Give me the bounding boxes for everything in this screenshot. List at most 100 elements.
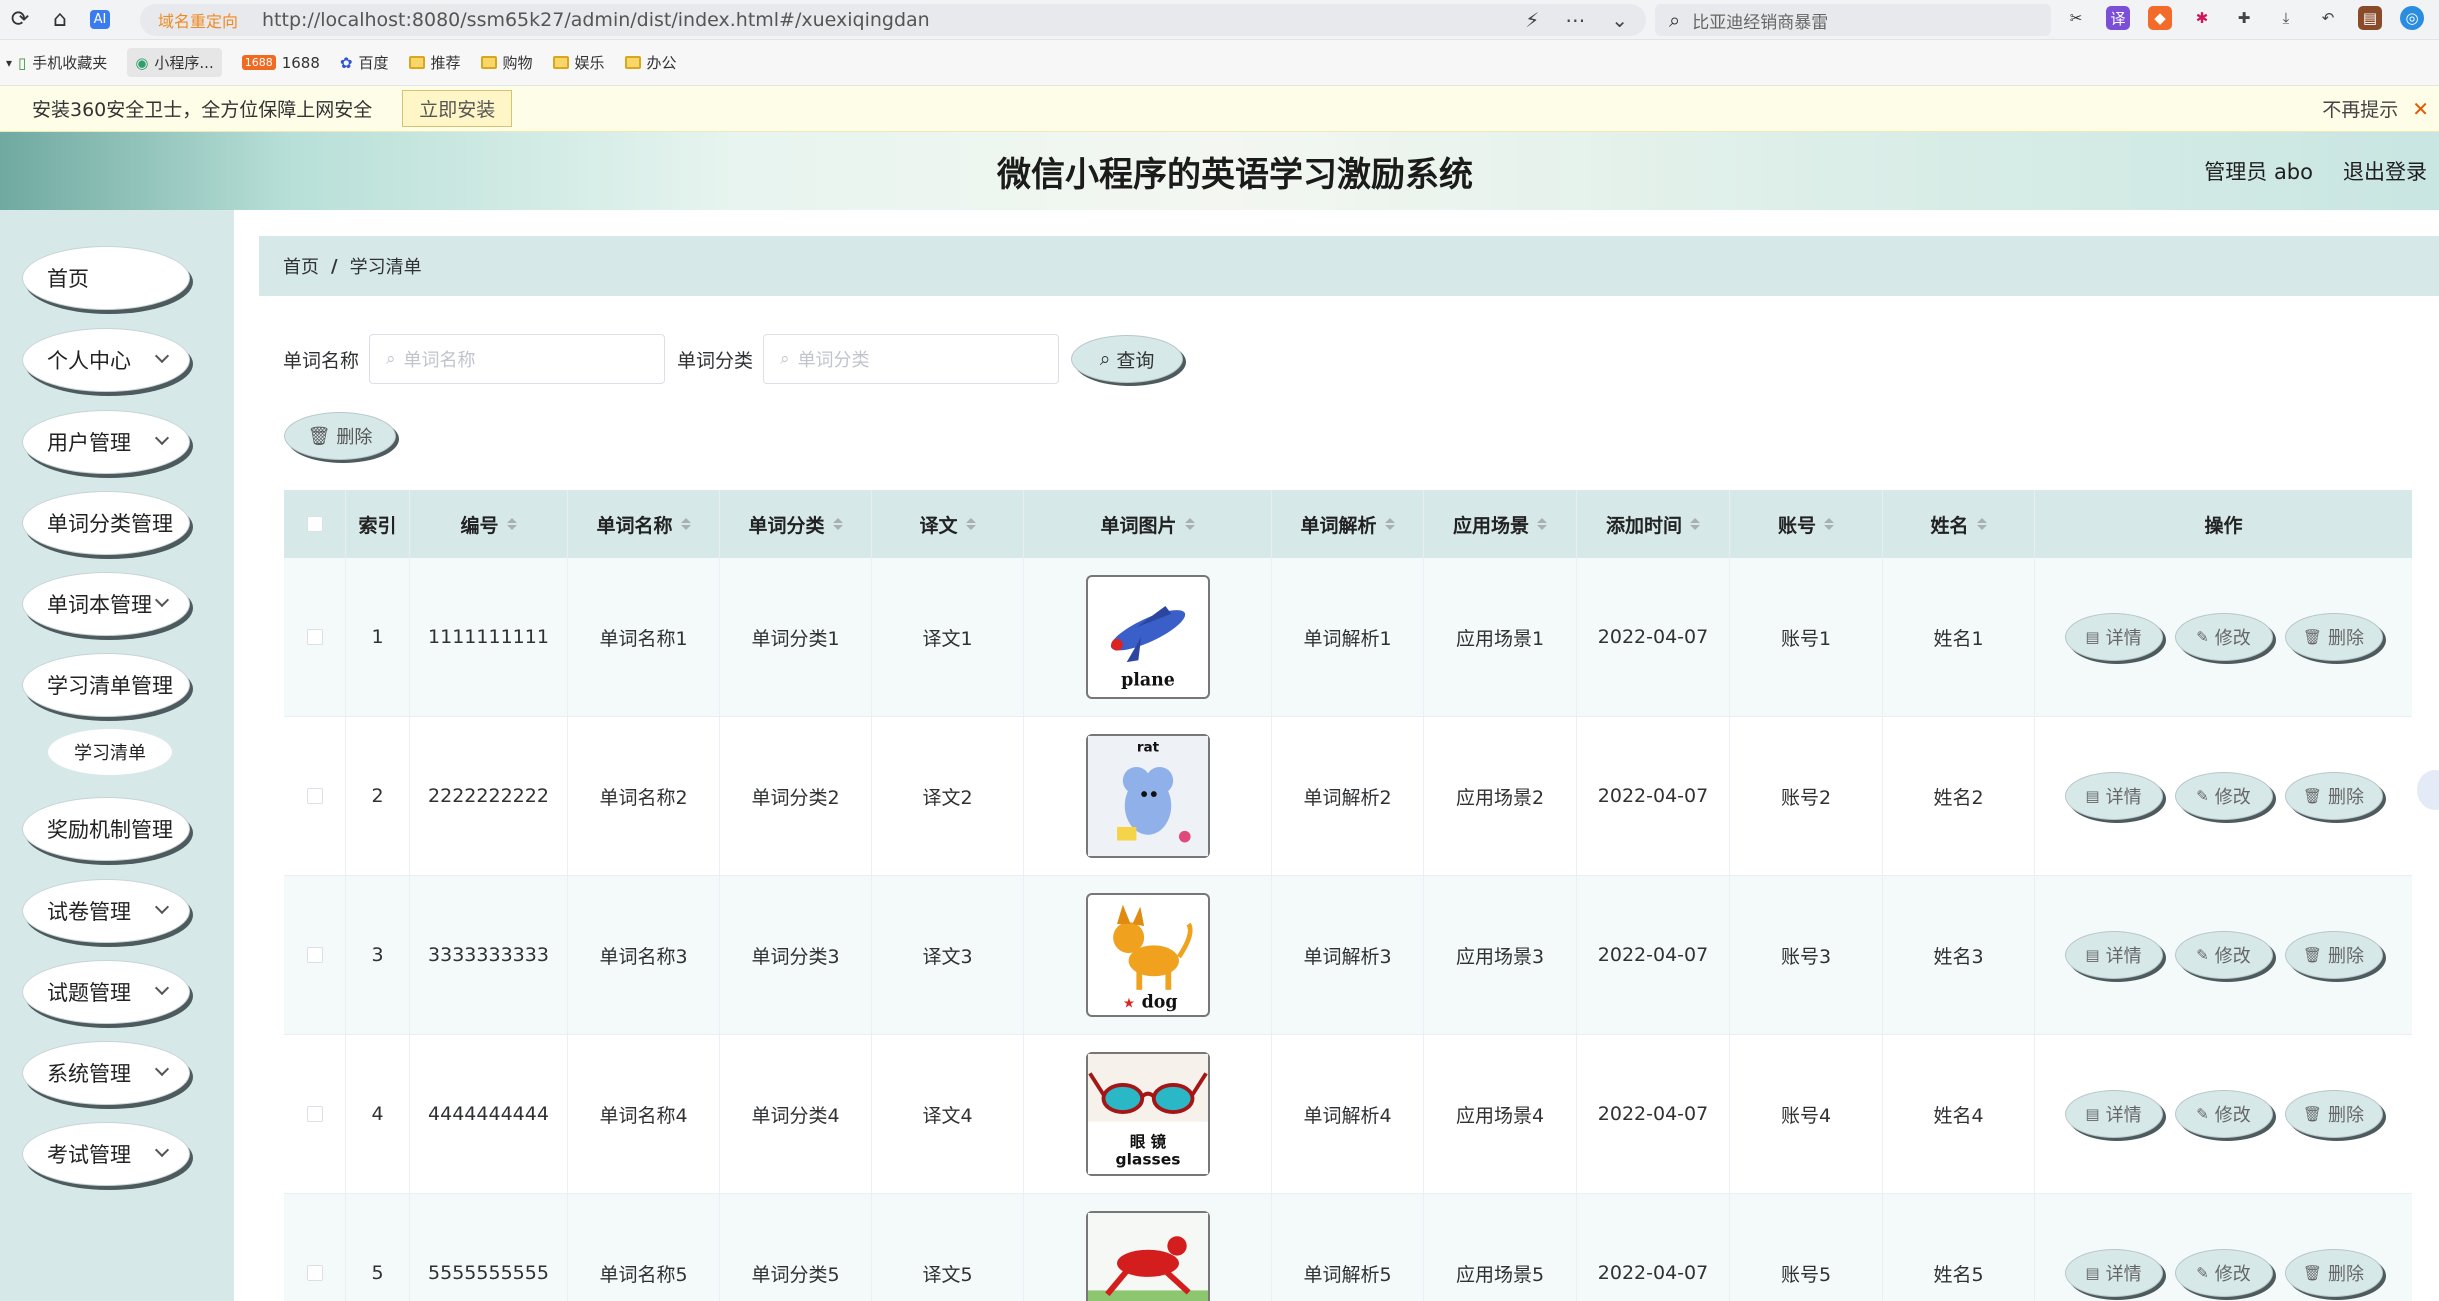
detail-button[interactable]: ▤ 详情	[2064, 613, 2163, 661]
sidebar-item-system[interactable]: 系统管理	[22, 1041, 190, 1105]
profile-icon[interactable]: ◎	[2400, 6, 2424, 30]
detail-button[interactable]: ▤ 详情	[2064, 931, 2163, 979]
word-image[interactable]: dog ★	[1085, 893, 1210, 1017]
cell-account: 账号1	[1730, 558, 1883, 716]
bookmark-folder[interactable]: 办公	[624, 52, 677, 73]
cell-analysis: 单词解析4	[1272, 1035, 1424, 1193]
chevron-down-icon[interactable]: ⌄	[1611, 8, 1628, 32]
ai-icon[interactable]: AI	[80, 0, 120, 40]
word-image[interactable]: rat	[1085, 734, 1210, 858]
sidebar-item-exam[interactable]: 考试管理	[22, 1122, 190, 1186]
bookmark-item[interactable]: ✿ 百度	[340, 52, 389, 73]
row-checkbox[interactable]	[284, 1035, 346, 1193]
query-button[interactable]: ⌕ 查询	[1071, 335, 1184, 383]
edit-button[interactable]: ✎ 修改	[2174, 1249, 2273, 1297]
cell-word-image	[1024, 1194, 1272, 1301]
col-word-image[interactable]: 单词图片	[1024, 490, 1272, 558]
sidebar-item-personal-center[interactable]: 个人中心	[22, 328, 190, 392]
bookmark-folder[interactable]: 娱乐	[552, 52, 605, 73]
floating-assistant[interactable]	[2417, 770, 2439, 810]
undo-icon[interactable]: ↶	[2316, 6, 2340, 30]
sidebar-item-wordbook[interactable]: 单词本管理	[22, 572, 190, 636]
cell-date: 2022-04-07	[1577, 876, 1730, 1034]
sidebar-item-study-list[interactable]: 学习清单管理	[22, 653, 190, 717]
breadcrumb-home[interactable]: 首页	[283, 253, 319, 279]
detail-button[interactable]: ▤ 详情	[2064, 1090, 2163, 1138]
chevron-down-icon	[154, 348, 170, 364]
word-image[interactable]: 眼 镜 glasses	[1085, 1052, 1210, 1176]
row-checkbox[interactable]	[284, 558, 346, 716]
game-icon[interactable]: ◆	[2148, 6, 2172, 30]
install-button[interactable]: 立即安装	[402, 90, 513, 127]
table-row: 3 3333333333 单词名称3 单词分类3 译文3 dog ★ 单词解析3 应用场景3 20…	[284, 876, 2412, 1035]
search-icon: ⌕	[1669, 8, 1681, 32]
cell-word-name: 单词名称1	[568, 558, 720, 716]
cell-translation: 译文5	[872, 1194, 1024, 1301]
cell-analysis: 单词解析3	[1272, 876, 1424, 1034]
cell-word-category: 单词分类2	[720, 717, 872, 875]
word-image[interactable]	[1085, 1211, 1210, 1301]
sidebar-item-user-management[interactable]: 用户管理	[22, 410, 190, 474]
bookmark-folder[interactable]: 推荐	[408, 52, 461, 73]
row-checkbox[interactable]	[284, 876, 346, 1034]
delete-button[interactable]: 🗑 删除	[2284, 613, 2383, 661]
delete-button[interactable]: 🗑 删除	[2284, 931, 2383, 979]
bookmark-item[interactable]: ◉ 小程序...	[127, 48, 222, 77]
row-checkbox[interactable]	[284, 1194, 346, 1301]
sidebar-item-exam-paper[interactable]: 试卷管理	[22, 879, 190, 943]
edit-button[interactable]: ✎ 修改	[2174, 772, 2273, 820]
logout-link[interactable]: 退出登录	[2343, 156, 2427, 186]
delete-button[interactable]: 🗑 删除	[2284, 1249, 2383, 1297]
batch-delete-button[interactable]: 🗑 删除	[284, 412, 396, 460]
search-icon: ⌕	[780, 349, 790, 369]
delete-button[interactable]: 🗑 删除	[2284, 1090, 2383, 1138]
select-all-checkbox[interactable]	[284, 490, 346, 558]
translate-icon[interactable]: 译	[2106, 6, 2130, 30]
more-icon[interactable]: ⋯	[1565, 8, 1585, 32]
sidebar-item-word-category[interactable]: 单词分类管理	[22, 491, 190, 555]
col-date[interactable]: 添加时间	[1577, 490, 1730, 558]
col-code[interactable]: 编号	[410, 490, 568, 558]
col-word-category[interactable]: 单词分类	[720, 490, 872, 558]
edit-button[interactable]: ✎ 修改	[2174, 613, 2273, 661]
edit-button[interactable]: ✎ 修改	[2174, 931, 2273, 979]
col-account[interactable]: 账号	[1730, 490, 1883, 558]
lightning-icon[interactable]: ⚡	[1525, 8, 1539, 32]
scissors-icon[interactable]: ✂	[2064, 6, 2088, 30]
detail-button[interactable]: ▤ 详情	[2064, 1249, 2163, 1297]
col-fullname[interactable]: 姓名	[1883, 490, 2035, 558]
col-translation[interactable]: 译文	[872, 490, 1024, 558]
dismiss-link[interactable]: 不再提示	[2322, 95, 2398, 122]
col-scene[interactable]: 应用场景	[1424, 490, 1577, 558]
briefcase-icon[interactable]: ▤	[2358, 6, 2382, 30]
col-word-name[interactable]: 单词名称	[568, 490, 720, 558]
word-category-input[interactable]: ⌕ 单词分类	[763, 334, 1060, 384]
sidebar-subitem-study-list[interactable]: 学习清单	[48, 729, 172, 775]
redirect-tag: 域名重定向	[158, 12, 239, 31]
sidebar-item-home[interactable]: 首页	[22, 246, 190, 310]
edit-button[interactable]: ✎ 修改	[2174, 1090, 2273, 1138]
cell-code: 1111111111	[410, 558, 568, 716]
delete-button[interactable]: 🗑 删除	[2284, 772, 2383, 820]
download-icon[interactable]: ⤓	[2274, 6, 2298, 30]
refresh-icon[interactable]: ⟳	[0, 0, 40, 40]
bookmark-item[interactable]: ▾ ▯ 手机收藏夹	[6, 52, 107, 73]
col-analysis[interactable]: 单词解析	[1272, 490, 1424, 558]
sidebar-item-questions[interactable]: 试题管理	[22, 960, 190, 1024]
url-text: http://localhost:8080/ssm65k27/admin/dis…	[262, 9, 930, 31]
grid-icon[interactable]: ✱	[2190, 6, 2214, 30]
sidebar-item-reward[interactable]: 奖励机制管理	[22, 797, 190, 861]
word-name-input[interactable]: ⌕ 单词名称	[369, 334, 666, 384]
extension-icon[interactable]: ✚	[2232, 6, 2256, 30]
detail-button[interactable]: ▤ 详情	[2064, 772, 2163, 820]
search-icon: ⌕	[1099, 348, 1111, 370]
home-icon[interactable]: ⌂	[40, 0, 80, 40]
close-icon[interactable]: ✕	[2412, 97, 2429, 121]
address-bar[interactable]: 域名重定向 http://localhost:8080/ssm65k27/adm…	[140, 4, 1646, 36]
bookmark-item[interactable]: 1688 1688	[241, 54, 320, 72]
row-checkbox[interactable]	[284, 717, 346, 875]
notice-text: 安装360安全卫士，全方位保障上网安全	[32, 99, 373, 121]
browser-search-input[interactable]: ⌕ 比亚迪经销商暴雷	[1655, 4, 2051, 36]
bookmark-folder[interactable]: 购物	[480, 52, 533, 73]
word-image[interactable]: plane	[1085, 575, 1210, 699]
